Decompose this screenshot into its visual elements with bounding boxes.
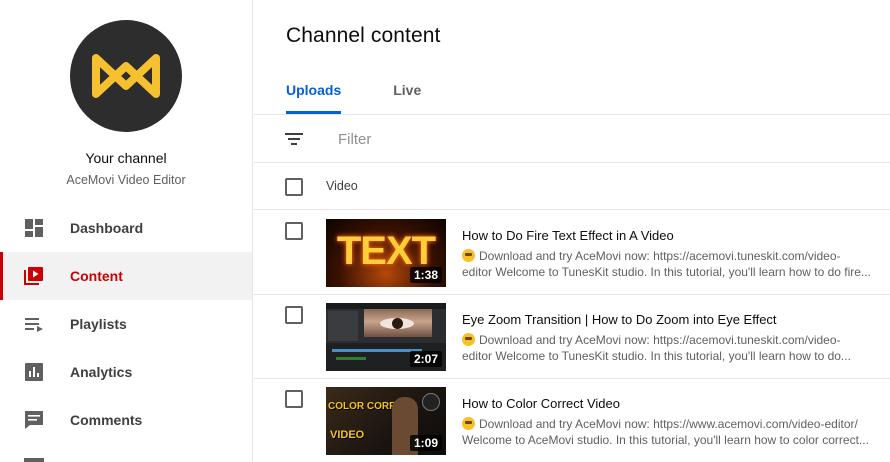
table-row[interactable]: COLOR CORRECT VIDEO 1:09 How to Color Co… xyxy=(254,379,890,462)
thumbnail-editor-sidebar xyxy=(328,311,358,341)
tabs-divider xyxy=(254,114,890,115)
video-duration: 1:38 xyxy=(409,267,442,283)
content-tabs: Uploads Live xyxy=(286,80,473,114)
your-channel-label: Your channel xyxy=(85,150,167,166)
content-icon xyxy=(23,265,45,287)
sidebar-item-playlists[interactable]: Playlists xyxy=(0,300,252,348)
smiley-emoji-icon xyxy=(462,249,475,262)
video-duration: 2:07 xyxy=(409,351,442,367)
sidebar-item-partial xyxy=(24,458,44,462)
sidebar-item-dashboard[interactable]: Dashboard xyxy=(0,204,252,252)
playlists-icon xyxy=(23,313,45,335)
row-checkbox[interactable] xyxy=(285,306,303,324)
thumbnail-badge xyxy=(422,393,440,411)
tab-uploads[interactable]: Uploads xyxy=(286,80,342,114)
description-line: editor Welcome to TunesKit studio. In th… xyxy=(462,265,871,279)
dashboard-icon xyxy=(23,217,45,239)
description-line: Download and try AceMovi now: https://ww… xyxy=(479,417,858,431)
sidebar-item-label: Analytics xyxy=(70,364,133,380)
sidebar-item-label: Playlists xyxy=(70,316,127,332)
thumbnail-eye-preview xyxy=(364,309,432,337)
main-content: Channel content Uploads Live Video TEXT … xyxy=(254,0,890,462)
select-all-checkbox[interactable] xyxy=(285,178,303,196)
description-line: Download and try AceMovi now: https://ac… xyxy=(479,333,841,347)
sidebar-nav: Dashboard Content Playlists Analytics Co… xyxy=(0,204,252,444)
filter-input[interactable] xyxy=(338,129,858,149)
sidebar-item-label: Comments xyxy=(70,412,143,428)
description-line: editor Welcome to TunesKit studio. In th… xyxy=(462,349,851,363)
page-title: Channel content xyxy=(286,24,441,47)
video-thumbnail[interactable]: TEXT 1:38 xyxy=(326,219,446,287)
video-duration: 1:09 xyxy=(409,435,442,451)
sidebar-item-content[interactable]: Content xyxy=(0,252,252,300)
video-title[interactable]: How to Do Fire Text Effect in A Video xyxy=(462,228,674,243)
video-title[interactable]: Eye Zoom Transition | How to Do Zoom int… xyxy=(462,312,777,327)
table-row[interactable]: 2:07 Eye Zoom Transition | How to Do Zoo… xyxy=(254,295,890,379)
channel-avatar[interactable] xyxy=(70,20,182,132)
sidebar-item-comments[interactable]: Comments xyxy=(0,396,252,444)
channel-name: AceMovi Video Editor xyxy=(66,173,186,187)
video-description: Download and try AceMovi now: https://ac… xyxy=(462,332,882,364)
smiley-emoji-icon xyxy=(462,417,475,430)
smiley-emoji-icon xyxy=(462,333,475,346)
acemovi-logo-icon xyxy=(92,54,160,98)
sidebar-item-analytics[interactable]: Analytics xyxy=(0,348,252,396)
description-line: Welcome to AceMovi studio. In this tutor… xyxy=(462,433,869,447)
sidebar-item-label: Content xyxy=(70,268,123,284)
video-description: Download and try AceMovi now: https://ac… xyxy=(462,248,882,280)
studio-app: Your channel AceMovi Video Editor Dashbo… xyxy=(0,0,890,462)
sidebar: Your channel AceMovi Video Editor Dashbo… xyxy=(0,0,253,462)
video-description: Download and try AceMovi now: https://ww… xyxy=(462,416,882,448)
row-checkbox[interactable] xyxy=(285,390,303,408)
thumbnail-text: VIDEO xyxy=(330,429,365,441)
table-row[interactable]: TEXT 1:38 How to Do Fire Text Effect in … xyxy=(254,211,890,295)
sidebar-item-label: Dashboard xyxy=(70,220,144,236)
tab-live[interactable]: Live xyxy=(393,80,421,114)
analytics-icon xyxy=(23,361,45,383)
video-title[interactable]: How to Color Correct Video xyxy=(462,396,620,411)
column-header-video: Video xyxy=(326,179,358,193)
description-line: Download and try AceMovi now: https://ac… xyxy=(479,249,841,263)
row-checkbox[interactable] xyxy=(285,222,303,240)
table-header: Video xyxy=(254,162,890,210)
video-thumbnail[interactable]: COLOR CORRECT VIDEO 1:09 xyxy=(326,387,446,455)
video-thumbnail[interactable]: 2:07 xyxy=(326,303,446,371)
filter-icon[interactable] xyxy=(284,129,304,149)
comments-icon xyxy=(23,409,45,431)
